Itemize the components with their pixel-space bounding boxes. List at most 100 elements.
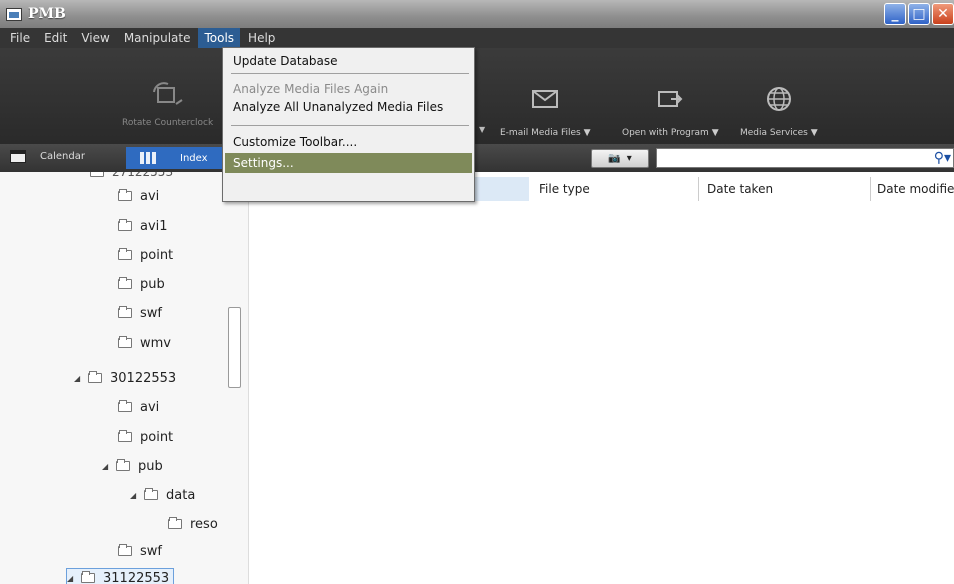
index-label: Index: [180, 152, 208, 164]
tree-item[interactable]: ◢ 30122553: [74, 368, 176, 388]
search-input[interactable]: ⚲▾: [656, 148, 954, 168]
analyze-all-unanalyzed-menu-item[interactable]: Analyze All Unanalyzed Media Files: [225, 98, 472, 116]
column-header-date-modified[interactable]: Date modified: [873, 177, 954, 201]
tree-item[interactable]: ◢ data: [130, 485, 195, 505]
open-with-program-button[interactable]: Open with Program ▼: [622, 86, 719, 138]
calendar-label: Calendar: [40, 151, 85, 162]
tree-item[interactable]: reso: [168, 514, 218, 534]
folder-icon: [118, 336, 132, 348]
search-icon[interactable]: ⚲▾: [934, 150, 951, 166]
chevron-down-icon[interactable]: ▼: [479, 125, 485, 134]
menu-separator: [231, 125, 469, 126]
folder-icon: [118, 219, 132, 231]
expand-arrow-icon[interactable]: ◢: [67, 574, 81, 583]
tree-item[interactable]: avi: [118, 397, 159, 417]
close-button[interactable]: ✕: [932, 3, 954, 25]
folder-icon: [118, 544, 132, 556]
folder-tree: 27122553 avi avi1 point pub swf wmv ◢ 30…: [0, 172, 248, 584]
tree-item-label: 31122553: [103, 570, 170, 584]
rotate-icon: [148, 82, 188, 108]
tree-item[interactable]: pub: [118, 274, 165, 294]
maximize-button[interactable]: □: [908, 3, 930, 25]
tools-menu: Update Database Analyze Media Files Agai…: [222, 47, 475, 202]
folder-icon: [118, 430, 132, 442]
camera-icon: 📷: [608, 153, 621, 164]
tree-item[interactable]: swf: [118, 303, 162, 323]
window-title: PMB: [28, 6, 66, 22]
folder-icon: [90, 172, 104, 177]
settings-menu-item[interactable]: Settings...: [225, 153, 472, 173]
menu-tools[interactable]: Tools: [198, 28, 241, 48]
main-toolbar: Rotate Counterclock ▼ E-mail Media Files…: [0, 48, 954, 144]
customize-toolbar-menu-item[interactable]: Customize Toolbar....: [225, 132, 472, 152]
column-header-date-taken[interactable]: Date taken: [703, 177, 871, 201]
file-list: File type Date taken Date modified: [248, 172, 954, 584]
menu-manipulate[interactable]: Manipulate: [118, 28, 197, 48]
tree-item-partial[interactable]: 27122553: [90, 172, 173, 182]
folder-icon: [118, 277, 132, 289]
minimize-button[interactable]: _: [884, 3, 906, 25]
rotate-label: Rotate Counterclock: [122, 118, 214, 128]
menu-edit[interactable]: Edit: [38, 28, 73, 48]
tree-item-label: avi: [140, 399, 160, 415]
folder-icon: [118, 400, 132, 412]
sidebar-scrollbar-thumb[interactable]: [228, 307, 241, 388]
window-controls: _ □ ✕: [884, 3, 954, 25]
media-type-filter-button[interactable]: 📷 ▾: [591, 149, 649, 168]
tree-item[interactable]: point: [118, 245, 173, 265]
email-media-files-button[interactable]: E-mail Media Files ▼: [500, 86, 591, 138]
tree-item-selected[interactable]: ◢ 31122553: [66, 568, 175, 584]
folder-icon: [88, 371, 102, 383]
folder-icon: [144, 488, 158, 500]
view-bar: Calendar Index 📷 ▾ ⚲▾: [0, 144, 954, 172]
analyze-media-files-again-menu-item: Analyze Media Files Again: [233, 82, 389, 96]
tree-item-label: swf: [140, 543, 162, 559]
expand-arrow-icon[interactable]: ◢: [102, 462, 116, 471]
folder-icon: [81, 571, 95, 583]
tree-item-label: data: [166, 487, 196, 503]
tree-item-label: swf: [140, 305, 162, 321]
menu-view[interactable]: View: [75, 28, 115, 48]
tree-item-label: reso: [190, 516, 218, 532]
envelope-icon: [530, 86, 560, 112]
open-label: Open with Program ▼: [622, 128, 719, 138]
menu-separator: [231, 73, 469, 74]
title-bar: PMB _ □ ✕: [0, 0, 954, 28]
folder-icon: [168, 517, 182, 529]
tree-item[interactable]: point: [118, 427, 173, 447]
update-database-menu-item[interactable]: Update Database: [225, 51, 472, 71]
expand-arrow-icon[interactable]: ◢: [74, 374, 88, 383]
rotate-counterclockwise-button[interactable]: Rotate Counterclock: [122, 82, 213, 128]
column-header-file-type[interactable]: File type: [535, 177, 699, 201]
open-program-icon: [655, 86, 685, 112]
chevron-down-icon: ▾: [626, 153, 632, 164]
folder-icon: [118, 189, 132, 201]
menu-help[interactable]: Help: [242, 28, 281, 48]
tree-item[interactable]: avi1: [118, 216, 168, 236]
tree-item[interactable]: swf: [118, 541, 162, 561]
calendar-icon: [10, 150, 26, 163]
media-services-button[interactable]: Media Services ▼: [740, 86, 818, 138]
tree-item-label: point: [140, 247, 174, 263]
folder-icon: [118, 306, 132, 318]
tree-item-label: 30122553: [110, 370, 177, 386]
app-icon: [6, 7, 22, 21]
grid-icon: [140, 152, 158, 164]
services-label: Media Services ▼: [740, 128, 818, 138]
menu-bar: File Edit View Manipulate Tools Help: [0, 28, 954, 48]
tree-item-label: avi: [140, 188, 160, 204]
tree-item-label: pub: [138, 458, 163, 474]
expand-arrow-icon[interactable]: ◢: [130, 491, 144, 500]
tree-item[interactable]: ◢ pub: [102, 456, 163, 476]
menu-file[interactable]: File: [4, 28, 36, 48]
tree-item-label: wmv: [140, 335, 171, 351]
globe-icon: [765, 86, 793, 112]
tree-item[interactable]: avi: [118, 186, 159, 206]
tree-item-label: point: [140, 429, 174, 445]
folder-icon: [118, 248, 132, 260]
tree-item-label: pub: [140, 276, 165, 292]
tree-item[interactable]: wmv: [118, 333, 171, 353]
calendar-view-button[interactable]: Calendar: [10, 150, 85, 163]
folder-icon: [116, 459, 130, 471]
email-label: E-mail Media Files ▼: [500, 128, 591, 138]
